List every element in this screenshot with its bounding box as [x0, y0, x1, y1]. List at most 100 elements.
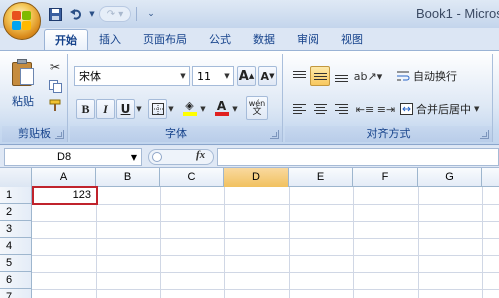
tab-data[interactable]: 数据 — [242, 29, 286, 51]
phonetic-button[interactable]: wén 文 — [246, 96, 268, 120]
format-painter-icon — [49, 99, 60, 111]
cell-a1-highlight-box — [32, 186, 98, 205]
borders-dropdown[interactable]: ▼ — [166, 99, 176, 119]
tab-formulas[interactable]: 公式 — [198, 29, 242, 51]
orientation-icon: ab↗▾ — [353, 69, 383, 83]
align-left-button[interactable] — [289, 99, 309, 119]
select-all-corner[interactable] — [0, 168, 32, 187]
row-header-4[interactable]: 4 — [0, 238, 32, 255]
formula-input[interactable] — [217, 148, 499, 166]
wrap-text-icon — [397, 71, 410, 81]
customize-qat-icon[interactable]: ⌄ — [142, 5, 160, 23]
align-bottom-button[interactable] — [331, 66, 351, 86]
undo-dropdown-icon[interactable]: ▼ — [88, 5, 96, 23]
column-header-c[interactable]: C — [160, 168, 224, 187]
italic-button[interactable]: I — [96, 99, 115, 119]
redo-icon: ↷ ▾ — [106, 8, 124, 20]
tab-review[interactable]: 审阅 — [286, 29, 330, 51]
orientation-button[interactable]: ab↗▾ — [353, 66, 383, 86]
copy-button[interactable] — [46, 78, 64, 94]
font-color-button[interactable]: A — [212, 98, 231, 118]
format-painter-button[interactable] — [46, 97, 64, 113]
wrap-text-label: 自动换行 — [413, 70, 457, 83]
save-icon — [48, 7, 62, 21]
undo-button[interactable] — [67, 5, 85, 23]
font-color-dropdown[interactable]: ▼ — [230, 99, 240, 119]
gridline — [32, 221, 499, 222]
gridline — [32, 255, 499, 256]
row-header-5[interactable]: 5 — [0, 255, 32, 272]
expand-circle-icon[interactable] — [152, 152, 162, 162]
title-bar: ▼ ↷ ▾ ⌄ Book1 - Micros — [0, 0, 499, 28]
paste-button[interactable]: 粘贴 — [8, 57, 38, 119]
bold-button[interactable]: B — [76, 99, 95, 119]
column-header-next[interactable] — [482, 168, 499, 187]
wrap-text-button[interactable]: 自动换行 — [397, 66, 457, 86]
align-top-icon — [292, 70, 306, 82]
decrease-indent-icon: ⇤≡ — [355, 102, 375, 116]
row-header-7[interactable]: 7 — [0, 289, 32, 298]
shrink-font-button[interactable]: A ▼ — [258, 66, 277, 86]
underline-dropdown[interactable]: ▼ — [134, 99, 144, 119]
increase-indent-button[interactable]: ≡⇥ — [376, 99, 396, 119]
qat-separator — [136, 7, 137, 21]
align-top-button[interactable] — [289, 66, 309, 86]
column-header-d[interactable]: D — [224, 168, 289, 187]
font-launcher-icon[interactable] — [270, 130, 279, 139]
redo-button[interactable]: ↷ ▾ — [99, 6, 131, 22]
insert-function-button[interactable]: fx — [196, 149, 205, 161]
column-header-g[interactable]: G — [418, 168, 482, 187]
alignment-launcher-icon[interactable] — [480, 130, 489, 139]
font-group-label: 字体 — [70, 126, 282, 142]
row-header-2[interactable]: 2 — [0, 204, 32, 221]
chevron-down-icon: ▼ — [232, 105, 238, 113]
phonetic-icon: 文 — [252, 107, 262, 117]
cut-button[interactable]: ✂ — [46, 59, 64, 75]
office-button[interactable] — [3, 2, 41, 40]
gridline — [32, 272, 499, 273]
column-header-row: A B C D E F G — [0, 168, 499, 187]
window-title: Book1 - Micros — [416, 6, 499, 21]
clipboard-launcher-icon[interactable] — [55, 130, 64, 139]
underline-button[interactable]: U — [116, 99, 135, 119]
font-name-combo[interactable]: 宋体 ▼ — [74, 66, 190, 86]
row-header-1[interactable]: 1 — [0, 187, 32, 204]
align-center-button[interactable] — [310, 99, 330, 119]
bold-icon: B — [81, 101, 90, 116]
name-box[interactable]: D8 ▼ — [4, 148, 142, 166]
worksheet-grid[interactable]: A B C D E F G 1 2 3 4 5 6 7 123 — [0, 168, 499, 298]
tab-home[interactable]: 开始 — [44, 29, 88, 51]
save-button[interactable] — [46, 5, 64, 23]
chevron-down-icon: ▼ — [180, 72, 186, 80]
borders-button[interactable] — [148, 99, 167, 119]
fill-color-dropdown[interactable]: ▼ — [198, 99, 208, 119]
column-header-a[interactable]: A — [32, 168, 96, 187]
grow-font-button[interactable]: A ▲ — [237, 66, 256, 86]
column-header-b[interactable]: B — [96, 168, 160, 187]
shrink-font-label: A — [260, 69, 270, 83]
scissors-icon: ✂ — [49, 60, 61, 74]
tab-view[interactable]: 视图 — [330, 29, 374, 51]
row-header-3[interactable]: 3 — [0, 221, 32, 238]
column-header-f[interactable]: F — [353, 168, 418, 187]
merge-center-button[interactable]: 合并后居中 ▼ — [400, 99, 479, 119]
name-box-value: D8 — [57, 151, 72, 163]
paint-bucket-icon: ◈ — [185, 99, 194, 112]
chevron-down-icon: ▼ — [168, 105, 174, 113]
underline-icon: U — [120, 102, 131, 116]
font-size-combo[interactable]: 11 ▼ — [192, 66, 234, 86]
gridline — [32, 238, 499, 239]
font-size-value: 11 — [197, 69, 211, 83]
font-name-value: 宋体 — [79, 70, 101, 83]
tab-insert[interactable]: 插入 — [88, 29, 132, 51]
chevron-down-icon: ▼ — [474, 105, 480, 113]
column-header-e[interactable]: E — [289, 168, 353, 187]
office-logo-icon — [11, 10, 33, 32]
tab-page-layout[interactable]: 页面布局 — [132, 29, 198, 51]
row-header-6[interactable]: 6 — [0, 272, 32, 289]
fill-color-button[interactable]: ◈ — [180, 98, 199, 118]
align-center-icon — [313, 103, 327, 115]
decrease-indent-button[interactable]: ⇤≡ — [355, 99, 375, 119]
align-middle-button[interactable] — [310, 66, 330, 86]
align-right-button[interactable] — [331, 99, 351, 119]
